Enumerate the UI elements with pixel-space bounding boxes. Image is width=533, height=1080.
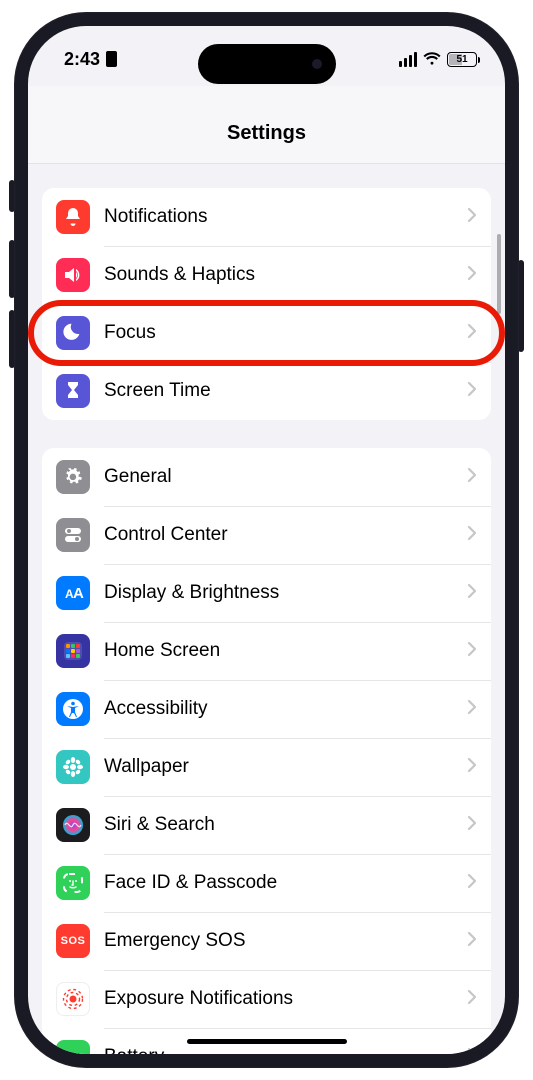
settings-row-label: Accessibility bbox=[104, 698, 467, 720]
chevron-right-icon bbox=[467, 1047, 477, 1055]
dynamic-island bbox=[198, 44, 336, 84]
accessibility-icon bbox=[56, 692, 90, 726]
settings-row-sos[interactable]: SOS Emergency SOS bbox=[42, 912, 491, 970]
chevron-right-icon bbox=[467, 931, 477, 952]
settings-row-label: Battery bbox=[104, 1046, 467, 1054]
settings-group: General Control Center Display & Brightnes… bbox=[42, 448, 491, 1054]
settings-row-display[interactable]: Display & Brightness bbox=[42, 564, 491, 622]
chevron-right-icon bbox=[467, 467, 477, 488]
hourglass-icon bbox=[56, 374, 90, 408]
chevron-right-icon bbox=[467, 265, 477, 286]
settings-row-exposure[interactable]: Exposure Notifications bbox=[42, 970, 491, 1028]
chevron-right-icon bbox=[467, 583, 477, 604]
settings-row-label: Notifications bbox=[104, 206, 467, 228]
chevron-right-icon bbox=[467, 323, 477, 344]
wifi-icon bbox=[423, 52, 441, 66]
settings-row-label: General bbox=[104, 466, 467, 488]
settings-row-label: Display & Brightness bbox=[104, 582, 467, 604]
chevron-right-icon bbox=[467, 525, 477, 546]
settings-row-label: Face ID & Passcode bbox=[104, 872, 467, 894]
settings-group: Notifications Sounds & Haptics Focus Screen… bbox=[42, 188, 491, 420]
settings-row-sounds[interactable]: Sounds & Haptics bbox=[42, 246, 491, 304]
settings-row-faceid[interactable]: Face ID & Passcode bbox=[42, 854, 491, 912]
chevron-right-icon bbox=[467, 989, 477, 1010]
settings-row-accessibility[interactable]: Accessibility bbox=[42, 680, 491, 738]
siri-icon bbox=[56, 808, 90, 842]
settings-row-label: Siri & Search bbox=[104, 814, 467, 836]
scroll-indicator bbox=[497, 234, 501, 314]
gear-icon bbox=[56, 460, 90, 494]
settings-row-screentime[interactable]: Screen Time bbox=[42, 362, 491, 420]
settings-row-notifications[interactable]: Notifications bbox=[42, 188, 491, 246]
chevron-right-icon bbox=[467, 873, 477, 894]
faceid-icon bbox=[56, 866, 90, 900]
flower-icon bbox=[56, 750, 90, 784]
grid-icon bbox=[56, 634, 90, 668]
page-title: Settings bbox=[28, 86, 505, 164]
chevron-right-icon bbox=[467, 815, 477, 836]
settings-row-general[interactable]: General bbox=[42, 448, 491, 506]
status-time: 2:43 bbox=[64, 49, 100, 70]
chevron-right-icon bbox=[467, 699, 477, 720]
settings-row-label: Focus bbox=[104, 322, 467, 344]
cellular-signal-icon bbox=[399, 52, 417, 67]
recording-indicator-icon bbox=[106, 51, 117, 67]
bell-icon bbox=[56, 200, 90, 234]
settings-row-label: Exposure Notifications bbox=[104, 988, 467, 1010]
home-indicator[interactable] bbox=[187, 1039, 347, 1044]
settings-row-homescreen[interactable]: Home Screen bbox=[42, 622, 491, 680]
sos-icon: SOS bbox=[56, 924, 90, 958]
battery-icon bbox=[56, 1040, 90, 1054]
chevron-right-icon bbox=[467, 757, 477, 778]
screen: 2:43 51 Settings Notifications Sounds & H… bbox=[28, 26, 505, 1054]
settings-scroll-area[interactable]: Notifications Sounds & Haptics Focus Screen… bbox=[28, 164, 505, 1054]
settings-row-label: Home Screen bbox=[104, 640, 467, 662]
chevron-right-icon bbox=[467, 381, 477, 402]
settings-row-label: Control Center bbox=[104, 524, 467, 546]
text-size-icon bbox=[56, 576, 90, 610]
phone-frame: 2:43 51 Settings Notifications Sounds & H… bbox=[14, 12, 519, 1068]
chevron-right-icon bbox=[467, 207, 477, 228]
switches-icon bbox=[56, 518, 90, 552]
settings-row-label: Screen Time bbox=[104, 380, 467, 402]
battery-icon: 51 bbox=[447, 52, 477, 67]
settings-row-focus[interactable]: Focus bbox=[42, 304, 491, 362]
moon-icon bbox=[56, 316, 90, 350]
settings-row-controlcenter[interactable]: Control Center bbox=[42, 506, 491, 564]
battery-level: 51 bbox=[456, 54, 467, 65]
exposure-icon bbox=[56, 982, 90, 1016]
speaker-icon bbox=[56, 258, 90, 292]
chevron-right-icon bbox=[467, 641, 477, 662]
settings-row-label: Sounds & Haptics bbox=[104, 264, 467, 286]
settings-row-label: Emergency SOS bbox=[104, 930, 467, 952]
settings-row-siri[interactable]: Siri & Search bbox=[42, 796, 491, 854]
settings-row-label: Wallpaper bbox=[104, 756, 467, 778]
settings-row-wallpaper[interactable]: Wallpaper bbox=[42, 738, 491, 796]
